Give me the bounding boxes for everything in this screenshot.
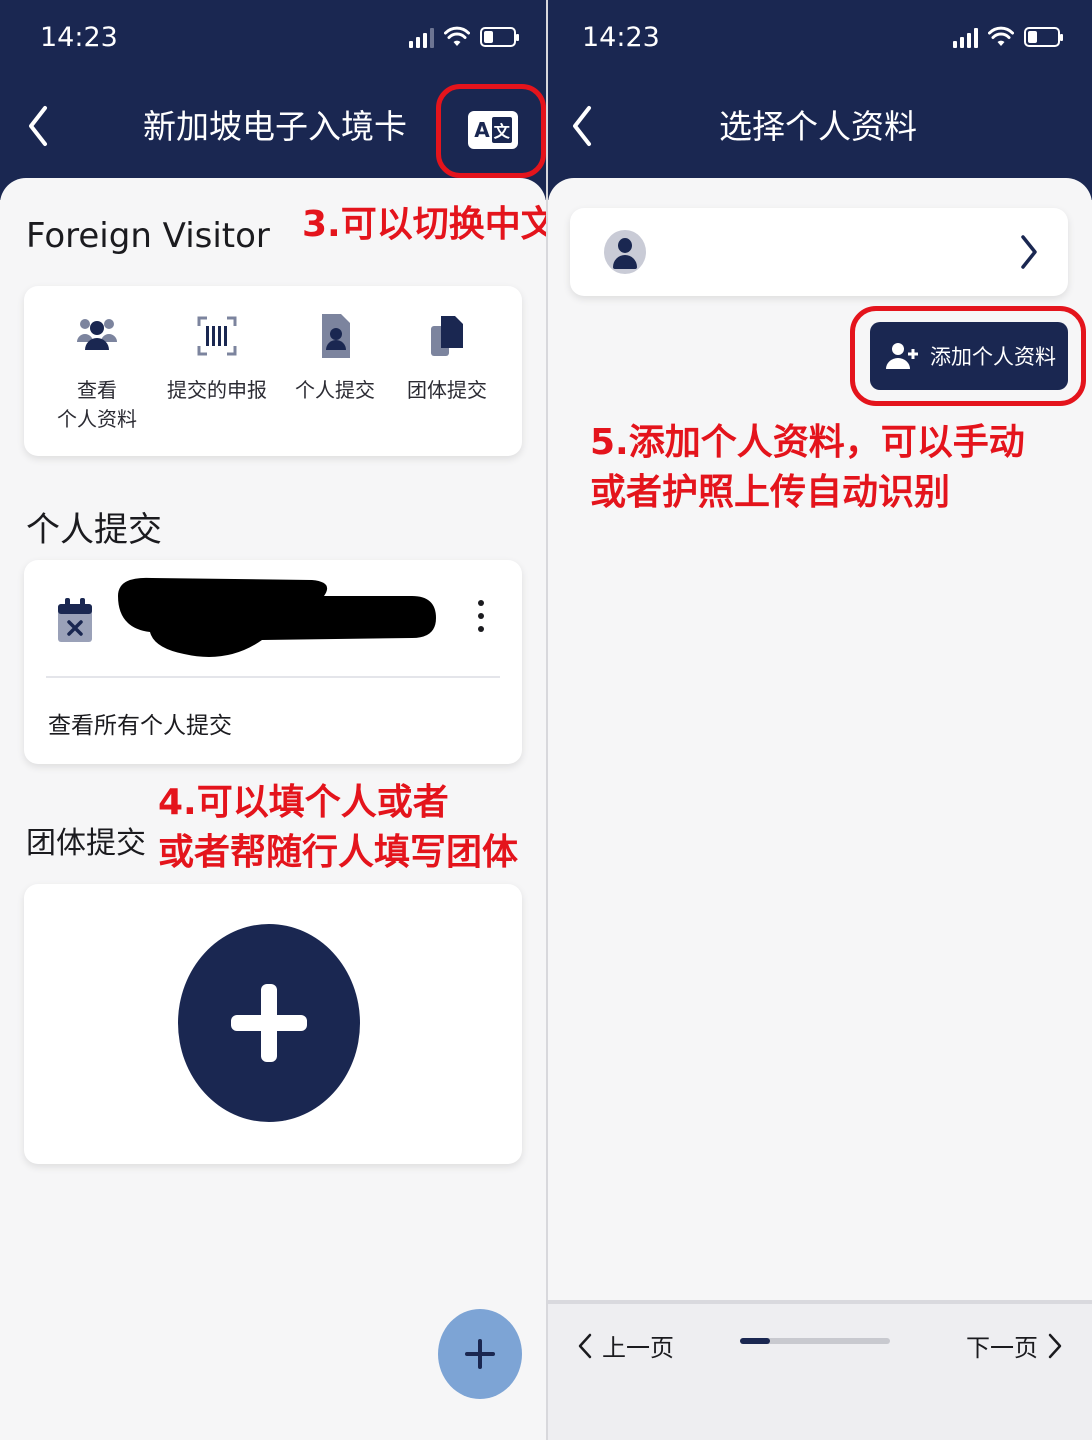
quick-action-label: 提交的申报 bbox=[167, 378, 267, 402]
left-phone-screen: 14:23 新加坡电子入境卡 A 文 Foreign Visitor 查看 个人… bbox=[0, 0, 546, 1440]
documents-stack-icon bbox=[431, 316, 463, 356]
quick-action-label: 查看 个人资料 bbox=[57, 378, 137, 431]
visitor-type-heading: Foreign Visitor bbox=[26, 216, 270, 256]
page-title: 新加坡电子入境卡 bbox=[143, 107, 407, 146]
floating-add-button[interactable] bbox=[438, 1309, 522, 1399]
status-time: 14:23 bbox=[582, 22, 660, 53]
annotation-switch-language: 3.可以切换中文 bbox=[302, 204, 546, 245]
status-icons bbox=[953, 26, 1063, 48]
group-submission-card bbox=[24, 884, 522, 1164]
avatar-icon bbox=[604, 230, 646, 274]
add-group-plus-icon[interactable] bbox=[178, 924, 360, 1122]
battery-icon bbox=[1024, 27, 1063, 47]
divider bbox=[46, 676, 500, 678]
view-all-individual-link[interactable]: 查看所有个人提交 bbox=[48, 706, 232, 740]
quick-actions-card: 查看 个人资料 提交的申报 个人提交 团体提交 bbox=[24, 286, 522, 456]
person-document-icon bbox=[322, 314, 350, 358]
quick-action-submitted-declarations[interactable]: 提交的申报 bbox=[162, 312, 272, 405]
annotation-group-submission: 4.可以填个人或者 或者帮随行人填写团体 bbox=[158, 782, 519, 874]
more-options-icon[interactable] bbox=[478, 600, 486, 632]
individual-submissions-card: 查看所有个人提交 bbox=[24, 560, 522, 764]
chevron-right-icon bbox=[1021, 235, 1037, 269]
quick-action-label: 团体提交 bbox=[407, 378, 487, 402]
back-chevron-icon[interactable] bbox=[26, 104, 50, 148]
signal-icon bbox=[409, 26, 434, 48]
status-icons bbox=[409, 26, 519, 48]
next-page-button[interactable]: 下一页 bbox=[966, 1328, 1062, 1363]
highlight-box-add-profile bbox=[850, 306, 1086, 406]
group-section-title: 团体提交 bbox=[26, 826, 146, 861]
battery-icon bbox=[480, 27, 519, 47]
calendar-cancel-icon bbox=[58, 598, 92, 642]
barcode-scan-icon bbox=[197, 316, 237, 356]
annotation-add-profile: 5.添加个人资料，可以手动 或者护照上传自动识别 bbox=[590, 422, 1025, 514]
progress-bar bbox=[740, 1338, 890, 1344]
chevron-left-icon bbox=[578, 1333, 592, 1358]
profile-list-item[interactable] bbox=[570, 208, 1068, 296]
wifi-icon bbox=[988, 26, 1014, 46]
status-time: 14:23 bbox=[40, 22, 118, 53]
chevron-right-icon bbox=[1048, 1333, 1062, 1358]
people-group-icon bbox=[77, 319, 117, 350]
signal-icon bbox=[953, 26, 978, 48]
quick-action-individual-submission[interactable]: 个人提交 bbox=[280, 312, 390, 405]
prev-page-label: 上一页 bbox=[602, 1334, 674, 1362]
individual-section-title: 个人提交 bbox=[26, 510, 162, 550]
prev-page-button[interactable]: 上一页 bbox=[578, 1328, 674, 1363]
redacted-submission-name[interactable] bbox=[112, 574, 438, 660]
next-page-label: 下一页 bbox=[966, 1334, 1038, 1362]
pager-bar: 上一页 下一页 bbox=[548, 1300, 1092, 1440]
page-title: 选择个人资料 bbox=[719, 107, 917, 146]
right-header: 14:23 选择个人资料 bbox=[548, 0, 1092, 200]
progress-fill bbox=[740, 1338, 770, 1344]
right-phone-screen: 14:23 选择个人资料 添加个人资料 5.添加个人资料，可以手动 或者护照上传… bbox=[548, 0, 1092, 1440]
quick-action-view-profile[interactable]: 查看 个人资料 bbox=[42, 312, 152, 434]
quick-action-group-submission[interactable]: 团体提交 bbox=[392, 312, 502, 405]
highlight-box-language bbox=[436, 84, 546, 178]
wifi-icon bbox=[444, 26, 470, 46]
quick-action-label: 个人提交 bbox=[295, 378, 375, 402]
back-chevron-icon[interactable] bbox=[570, 104, 594, 148]
